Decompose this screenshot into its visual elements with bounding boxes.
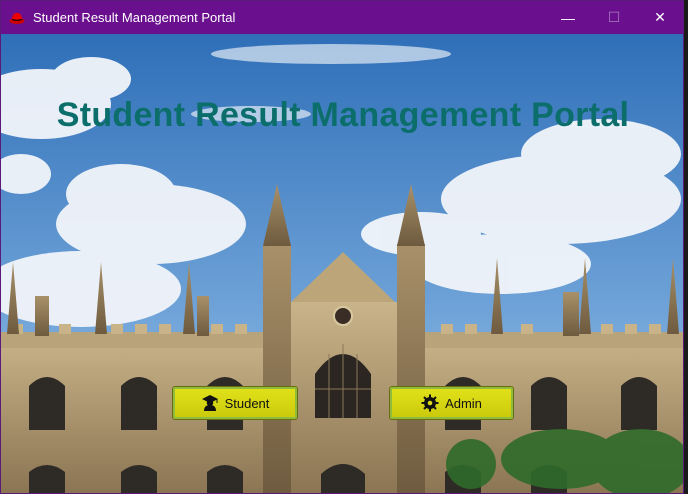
page-title: Student Result Management Portal bbox=[56, 96, 630, 134]
title-bar[interactable]: Student Result Management Portal — ☐ ✕ bbox=[1, 1, 683, 34]
student-button[interactable]: Student bbox=[172, 386, 298, 420]
window-title: Student Result Management Portal bbox=[33, 10, 236, 25]
graduate-icon bbox=[201, 395, 218, 411]
gear-icon bbox=[421, 394, 439, 412]
student-button-label: Student bbox=[224, 395, 270, 411]
background-image: Student Result Management Portal Student bbox=[1, 34, 683, 493]
redhat-logo-icon bbox=[9, 12, 25, 24]
app-window: Student Result Management Portal — ☐ ✕ S… bbox=[0, 0, 684, 494]
close-button[interactable]: ✕ bbox=[637, 1, 683, 34]
minimize-button[interactable]: — bbox=[545, 1, 591, 34]
window-controls: — ☐ ✕ bbox=[545, 1, 683, 34]
admin-button-label: Admin bbox=[445, 395, 482, 411]
maximize-button[interactable]: ☐ bbox=[591, 1, 637, 34]
admin-button[interactable]: Admin bbox=[389, 386, 514, 420]
